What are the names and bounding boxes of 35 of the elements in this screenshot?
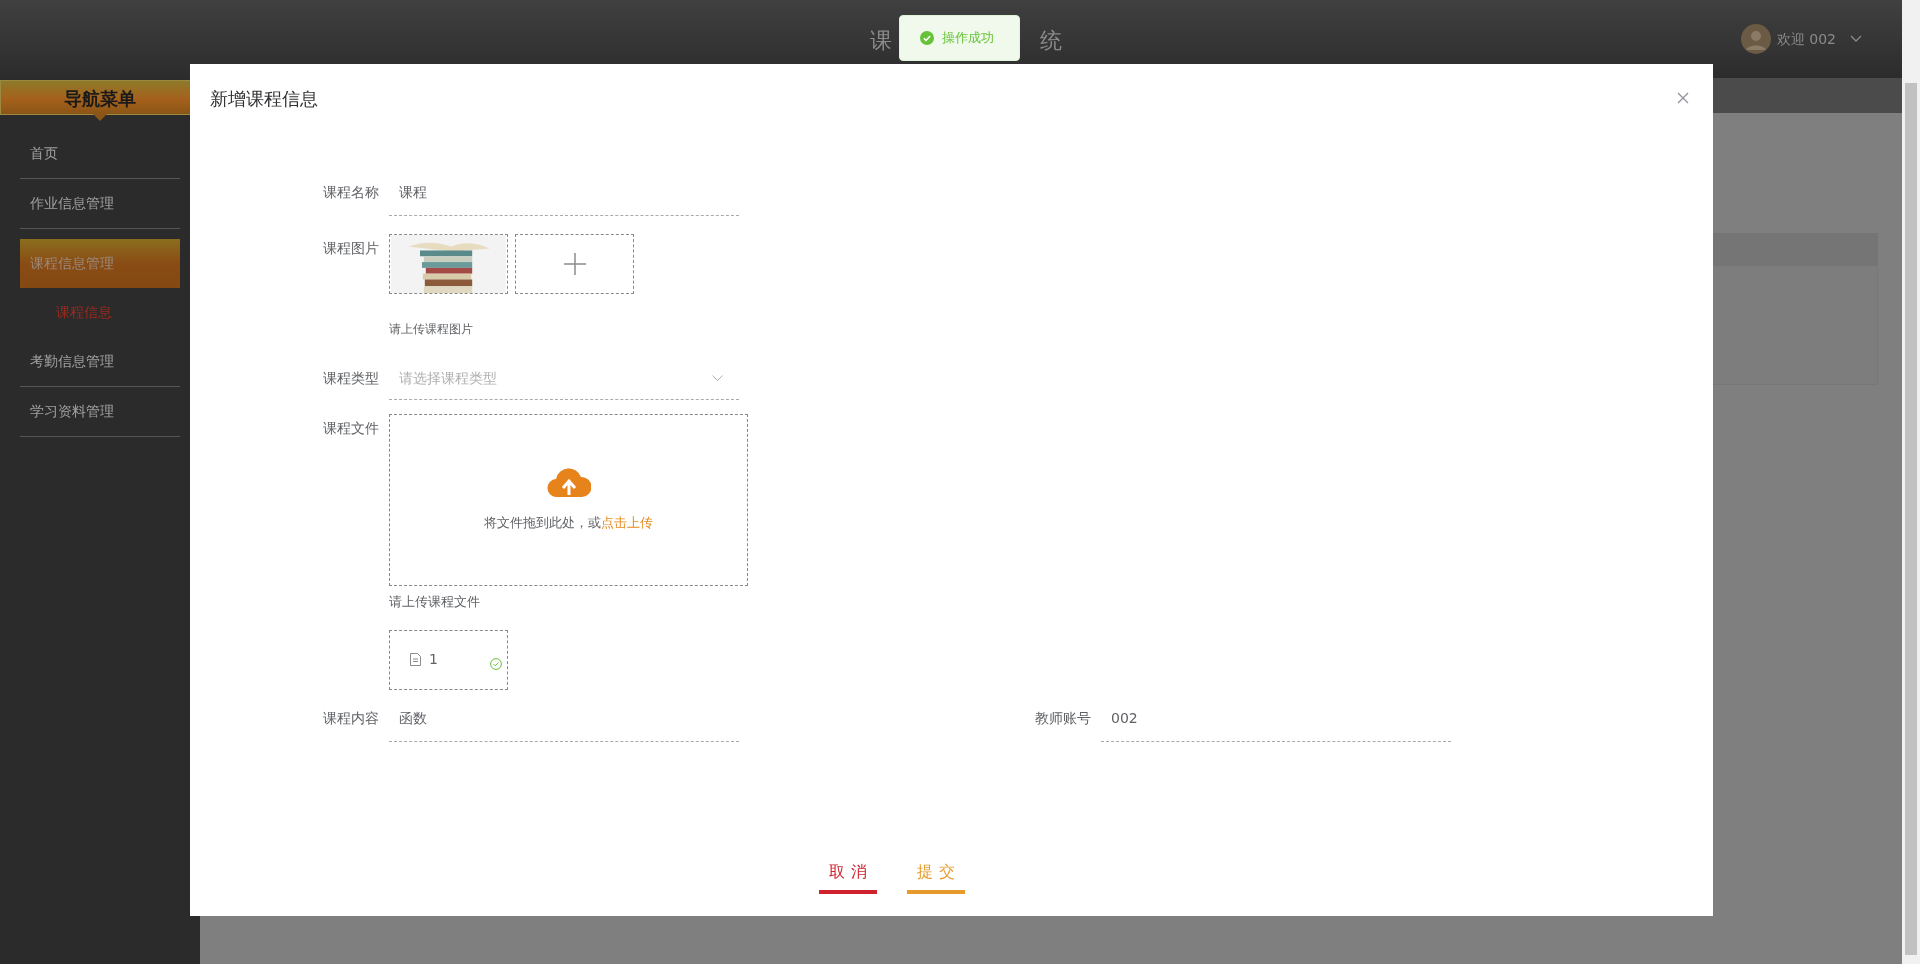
greeting-text[interactable]: 欢迎 002 — [1776, 28, 1836, 50]
field-label: 课程图片 — [322, 239, 380, 258]
hint-text: 请上传课程文件 — [389, 593, 481, 611]
dialog-title: 新增课程信息 — [210, 86, 318, 111]
hint-text: 请上传课程图片 — [389, 321, 474, 338]
caret-icon[interactable] — [1850, 35, 1862, 43]
field-label: 教师账号 — [1034, 708, 1092, 728]
cancel-button[interactable]: 取消 — [818, 854, 877, 894]
scrollbar-thumb[interactable] — [1905, 83, 1917, 955]
avatar-icon[interactable] — [1740, 24, 1771, 54]
file-icon — [410, 653, 421, 666]
text-field[interactable]: 002 — [1101, 703, 1451, 742]
field-label: 课程类型 — [322, 369, 380, 388]
file-card[interactable]: 1 — [389, 629, 508, 690]
text-field[interactable]: 函数 — [389, 703, 739, 742]
app-title: 课 — [870, 27, 892, 55]
text-field[interactable]: 课程 — [389, 178, 739, 216]
app-title: 统 — [1040, 27, 1062, 55]
plus-icon — [563, 253, 586, 275]
add-image-button[interactable] — [515, 234, 634, 294]
menu-item[interactable]: 考勤信息管理 — [20, 337, 180, 387]
success-icon — [920, 31, 934, 45]
menu-item[interactable]: 学习资料管理 — [20, 387, 180, 437]
field-label: 课程文件 — [322, 419, 380, 438]
menu-item[interactable]: 首页 — [20, 129, 180, 179]
toast-message: 操作成功 — [942, 29, 994, 48]
file-drop-zone[interactable]: 将文件拖到此处，或点击上传 — [389, 414, 748, 586]
scrollbar[interactable] — [1902, 0, 1920, 964]
file-name: 1 — [429, 650, 438, 669]
menu-item[interactable]: 作业信息管理 — [20, 179, 180, 229]
drop-hint-text: 将文件拖到此处，或点击上传 — [484, 514, 653, 533]
chevron-icon — [712, 375, 723, 382]
field-label: 课程名称 — [322, 183, 380, 202]
field-label: 课程内容 — [322, 708, 380, 728]
upload-cloud-icon — [546, 467, 591, 500]
